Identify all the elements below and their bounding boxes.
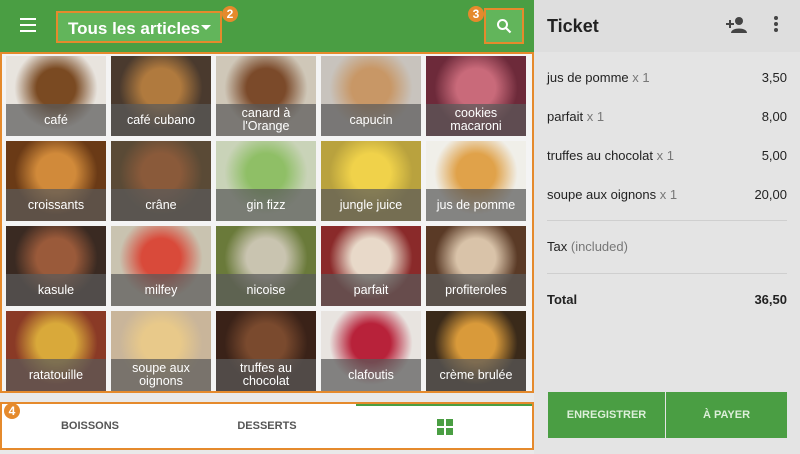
tab-label: DESSERTS bbox=[237, 420, 297, 432]
ticket-line[interactable]: truffes au chocolat x 1 5,00 bbox=[547, 148, 787, 163]
hamburger-menu-icon[interactable] bbox=[14, 14, 44, 38]
product-tile[interactable]: soupe aux oignons bbox=[111, 311, 211, 391]
product-name: jus de pomme bbox=[426, 189, 526, 221]
category-dropdown-label: Tous les articles bbox=[68, 19, 200, 38]
product-tile[interactable]: kasule bbox=[6, 226, 106, 306]
product-name: café cubano bbox=[111, 104, 211, 136]
tax-label: Tax bbox=[547, 239, 568, 254]
product-name: parfait bbox=[321, 274, 421, 306]
ticket-line-qty: x 1 bbox=[659, 187, 678, 202]
app-bar: Tous les articles bbox=[0, 0, 534, 52]
product-name: jungle juice bbox=[321, 189, 421, 221]
product-tile[interactable]: clafoutis bbox=[321, 311, 421, 391]
ticket-line[interactable]: soupe aux oignons x 1 20,00 bbox=[547, 187, 787, 202]
product-tile[interactable]: crâne bbox=[111, 141, 211, 221]
ticket-line-name: soupe aux oignons bbox=[547, 187, 657, 202]
ticket-line-name: truffes au chocolat bbox=[547, 148, 653, 163]
grid-icon bbox=[437, 419, 453, 435]
callout-badge-4: 4 bbox=[4, 403, 20, 419]
product-name: canard à l'Orange bbox=[216, 104, 316, 136]
product-tile[interactable]: jungle juice bbox=[321, 141, 421, 221]
pay-button[interactable]: À PAYER bbox=[666, 392, 787, 438]
product-grid: café café cubano canard à l'Orange capucin c… bbox=[0, 52, 534, 393]
ticket-header: Ticket bbox=[534, 0, 800, 52]
save-button[interactable]: ENREGISTRER bbox=[548, 392, 665, 438]
tab-desserts[interactable]: DESSERTS bbox=[178, 404, 356, 448]
product-tile[interactable]: milfey bbox=[111, 226, 211, 306]
category-dropdown[interactable]: Tous les articles bbox=[56, 11, 222, 43]
product-name: crème brulée bbox=[426, 359, 526, 391]
product-tile[interactable]: truffes au chocolat bbox=[216, 311, 316, 391]
total-value: 36,50 bbox=[754, 292, 787, 307]
ticket-line[interactable]: jus de pomme x 1 3,50 bbox=[547, 70, 787, 85]
more-vert-icon[interactable] bbox=[772, 16, 780, 36]
product-tile[interactable]: nicoise bbox=[216, 226, 316, 306]
ticket-line[interactable]: parfait x 1 8,00 bbox=[547, 109, 787, 124]
ticket-line-name: jus de pomme bbox=[547, 70, 629, 85]
product-name: cookies macaroni bbox=[426, 104, 526, 136]
total-label: Total bbox=[547, 292, 578, 307]
product-tile[interactable]: croissants bbox=[6, 141, 106, 221]
product-tile[interactable]: capucin bbox=[321, 56, 421, 136]
ticket-line-name: parfait bbox=[547, 109, 584, 124]
ticket-line-qty: x 1 bbox=[656, 148, 674, 163]
product-tile[interactable]: jus de pomme bbox=[426, 141, 526, 221]
product-name: profiteroles bbox=[426, 274, 526, 306]
product-name: nicoise bbox=[216, 274, 316, 306]
tab-all-grid[interactable] bbox=[356, 404, 532, 448]
search-icon bbox=[497, 19, 512, 34]
product-name: soupe aux oignons bbox=[111, 359, 211, 391]
product-tile[interactable]: café bbox=[6, 56, 106, 136]
dropdown-caret-icon bbox=[201, 25, 211, 30]
product-tile[interactable]: café cubano bbox=[111, 56, 211, 136]
ticket-line-price: 3,50 bbox=[761, 70, 787, 85]
ticket-line-price: 20,00 bbox=[754, 187, 787, 202]
product-name: croissants bbox=[6, 189, 106, 221]
product-tile[interactable]: ratatouille bbox=[6, 311, 106, 391]
product-tile[interactable]: crème brulée bbox=[426, 311, 526, 391]
product-name: truffes au chocolat bbox=[216, 359, 316, 391]
product-name: gin fizz bbox=[216, 189, 316, 221]
product-name: capucin bbox=[321, 104, 421, 136]
add-customer-icon[interactable] bbox=[726, 16, 748, 34]
divider bbox=[547, 273, 787, 274]
tab-boissons[interactable]: BOISSONS bbox=[2, 404, 178, 448]
callout-badge-3: 3 bbox=[468, 6, 484, 22]
product-name: crâne bbox=[111, 189, 211, 221]
product-name: clafoutis bbox=[321, 359, 421, 391]
category-tabs: BOISSONS DESSERTS bbox=[0, 402, 534, 450]
divider bbox=[547, 220, 787, 221]
product-tile[interactable]: profiteroles bbox=[426, 226, 526, 306]
tab-label: BOISSONS bbox=[60, 420, 120, 432]
callout-badge-2: 2 bbox=[222, 6, 238, 22]
tax-row: Tax (included) bbox=[547, 239, 787, 254]
tax-note: (included) bbox=[570, 239, 628, 254]
total-row: Total 36,50 bbox=[547, 292, 787, 307]
ticket-line-price: 5,00 bbox=[761, 148, 787, 163]
ticket-line-qty: x 1 bbox=[586, 109, 605, 124]
product-tile[interactable]: cookies macaroni bbox=[426, 56, 526, 136]
product-name: café bbox=[6, 104, 106, 136]
product-name: milfey bbox=[111, 274, 211, 306]
search-button[interactable] bbox=[484, 8, 524, 44]
product-name: ratatouille bbox=[6, 359, 106, 391]
ticket-line-qty: x 1 bbox=[632, 70, 650, 85]
ticket-line-price: 8,00 bbox=[761, 109, 787, 124]
ticket-title: Ticket bbox=[547, 16, 599, 36]
product-tile[interactable]: canard à l'Orange bbox=[216, 56, 316, 136]
product-tile[interactable]: parfait bbox=[321, 226, 421, 306]
product-tile[interactable]: gin fizz bbox=[216, 141, 316, 221]
product-name: kasule bbox=[6, 274, 106, 306]
